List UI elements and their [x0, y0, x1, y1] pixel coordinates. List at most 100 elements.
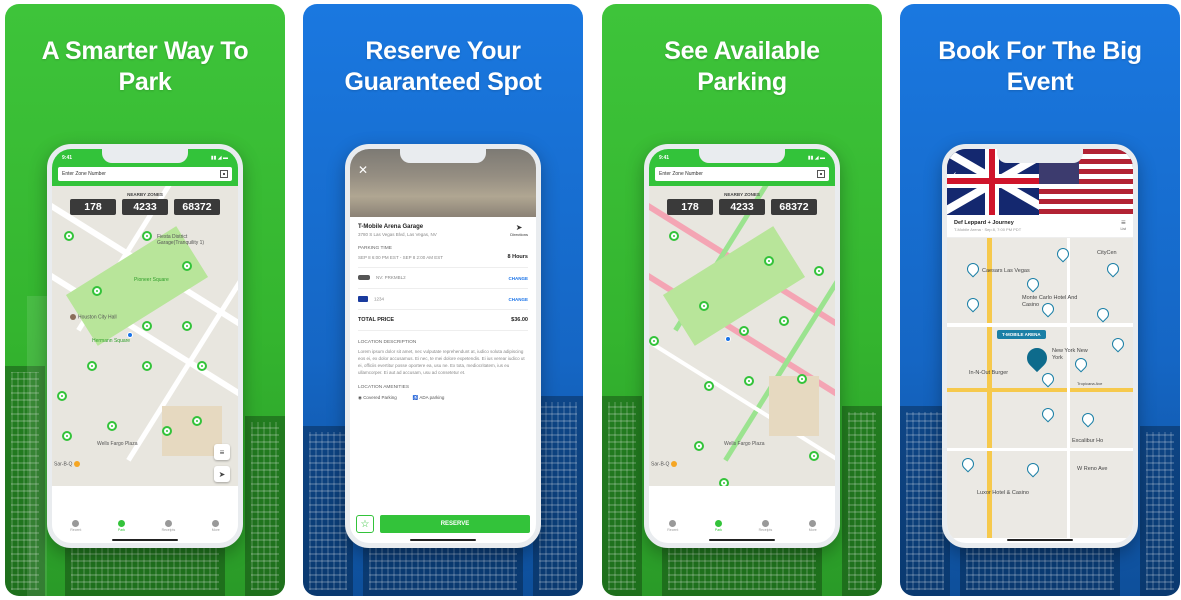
- parking-pin[interactable]: [142, 361, 152, 371]
- receipt-icon: [164, 520, 172, 527]
- parking-pin[interactable]: [1027, 463, 1037, 475]
- promo-panel-reserve: Reserve Your Guaranteed Spot ✕ T-Mobile …: [303, 4, 583, 596]
- parking-pin[interactable]: [1112, 338, 1122, 350]
- panel-headline: A Smarter Way To Park: [41, 37, 249, 96]
- parking-pin[interactable]: [142, 321, 152, 331]
- tab-receipts[interactable]: Receipts: [162, 520, 175, 532]
- reserve-button[interactable]: RESERVE: [380, 515, 530, 533]
- map-pin-icon: [117, 520, 125, 527]
- parking-pin[interactable]: [962, 458, 972, 470]
- parking-pin[interactable]: [1042, 373, 1052, 385]
- list-view-button[interactable]: ≡ List: [1121, 219, 1126, 233]
- parking-pin[interactable]: [1107, 263, 1117, 275]
- promo-panel-smarter-way: A Smarter Way To Park 9:41 ▮▮ ◢ ▬ Enter Z…: [5, 4, 285, 596]
- zone-chip[interactable]: 68372: [771, 199, 817, 215]
- promo-panel-available: See Available Parking 9:41 ▮▮ ◢ ▬ Enter Z…: [602, 4, 882, 596]
- parking-pin[interactable]: [814, 266, 824, 276]
- change-vehicle-link[interactable]: CHANGE: [508, 276, 528, 281]
- clock-icon: [669, 520, 677, 527]
- parking-pin[interactable]: [197, 361, 207, 371]
- parking-pin[interactable]: [1042, 408, 1052, 420]
- tab-park[interactable]: Park: [118, 520, 125, 532]
- parking-pin[interactable]: [967, 298, 977, 310]
- more-dots-icon: [809, 520, 817, 527]
- phone-mockup-event: ‹ Def Leppard + Journey T-Mobile Arena ·…: [942, 144, 1138, 548]
- parking-pin[interactable]: [744, 376, 754, 386]
- map-pin-icon: [714, 520, 722, 527]
- parking-pin[interactable]: [1057, 248, 1067, 260]
- parking-pin[interactable]: [649, 336, 659, 346]
- parking-pin[interactable]: [192, 416, 202, 426]
- directions-button[interactable]: ➤ Directions: [510, 223, 528, 237]
- panel-headline: Reserve Your Guaranteed Spot: [344, 37, 542, 96]
- zone-chip[interactable]: 178: [70, 199, 116, 215]
- city-hall-icon: [70, 314, 76, 320]
- parking-pin[interactable]: [699, 301, 709, 311]
- parking-pin[interactable]: [719, 478, 729, 486]
- zone-chip[interactable]: 4233: [719, 199, 765, 215]
- venue-label: T-MOBILE ARENA: [997, 330, 1046, 339]
- clock-icon: [72, 520, 80, 527]
- phone-mockup-map: 9:41 ▮▮ ◢ ▬ Enter Zone Number NEARBY ZONE…: [47, 144, 243, 548]
- layers-icon[interactable]: ≡: [214, 444, 230, 460]
- parking-pin[interactable]: [64, 231, 74, 241]
- parking-pin[interactable]: [182, 321, 192, 331]
- parking-pin[interactable]: [764, 256, 774, 266]
- zone-chip[interactable]: 178: [667, 199, 713, 215]
- parking-pin[interactable]: [739, 326, 749, 336]
- event-venue-pin[interactable]: [1027, 348, 1045, 370]
- zone-chip[interactable]: 4233: [122, 199, 168, 215]
- zone-search-input[interactable]: Enter Zone Number: [58, 167, 232, 181]
- receipt-icon: [761, 520, 769, 527]
- bottom-tab-bar: Recent Park Receipts More: [52, 515, 238, 537]
- event-title: Def Leppard + Journey: [954, 220, 1014, 226]
- tab-more[interactable]: More: [809, 520, 817, 532]
- change-payment-link[interactable]: CHANGE: [508, 297, 528, 302]
- parking-pin[interactable]: [142, 231, 152, 241]
- parking-pin[interactable]: [1027, 278, 1037, 290]
- qr-code-icon[interactable]: [220, 170, 228, 178]
- favorite-star-icon[interactable]: ☆: [356, 515, 374, 533]
- ada-parking-amenity: ♿ ADA parking: [412, 395, 445, 401]
- tab-park[interactable]: Park: [715, 520, 722, 532]
- tab-recent[interactable]: Recent: [667, 520, 678, 532]
- locate-arrow-icon[interactable]: ➤: [214, 466, 230, 482]
- parking-pin[interactable]: [182, 261, 192, 271]
- tab-more[interactable]: More: [212, 520, 220, 532]
- qr-code-icon[interactable]: [817, 170, 825, 178]
- parking-pin[interactable]: [1097, 308, 1107, 320]
- panel-headline: Book For The Big Event: [938, 37, 1142, 96]
- parking-pin[interactable]: [162, 426, 172, 436]
- navigation-arrow-icon: ➤: [515, 223, 523, 232]
- current-location-dot: [725, 336, 731, 342]
- parking-pin[interactable]: [1082, 413, 1092, 425]
- more-dots-icon: [212, 520, 220, 527]
- event-map[interactable]: T-MOBILE ARENA Caesars Las Vegas CityCen…: [947, 238, 1133, 538]
- close-icon[interactable]: ✕: [358, 163, 368, 177]
- phone-mockup-availability: 9:41 ▮▮ ◢ ▬ Enter Zone Number NEARBY ZONE…: [644, 144, 840, 548]
- parking-pin[interactable]: [967, 263, 977, 275]
- bottom-tab-bar: Recent Park Receipts More: [649, 515, 835, 537]
- tab-recent[interactable]: Recent: [70, 520, 81, 532]
- tab-receipts[interactable]: Receipts: [759, 520, 772, 532]
- parking-pin[interactable]: [92, 286, 102, 296]
- restaurant-icon: [670, 461, 677, 467]
- back-chevron-icon[interactable]: ‹: [953, 169, 956, 180]
- credit-card-icon: [358, 296, 368, 302]
- phone-mockup-reserve: ✕ T-Mobile Arena Garage 3780 S Las Vegas…: [345, 144, 541, 548]
- parking-map[interactable]: NEARBY ZONES 178 4233 68372 Fiesta Distr…: [52, 186, 238, 486]
- parking-pin[interactable]: [107, 421, 117, 431]
- parking-pin[interactable]: [704, 381, 714, 391]
- parking-pin[interactable]: [669, 231, 679, 241]
- zone-chip[interactable]: 68372: [174, 199, 220, 215]
- zone-search-input[interactable]: Enter Zone Number: [655, 167, 829, 181]
- parking-pin[interactable]: [797, 374, 807, 384]
- parking-pin[interactable]: [809, 451, 819, 461]
- parking-pin[interactable]: [87, 361, 97, 371]
- availability-map[interactable]: NEARBY ZONES 178 4233 68372 Wells Fargo …: [649, 186, 835, 486]
- parking-pin[interactable]: [57, 391, 67, 401]
- parking-pin[interactable]: [779, 316, 789, 326]
- parking-pin[interactable]: [62, 431, 72, 441]
- car-icon: [358, 275, 370, 281]
- parking-pin[interactable]: [694, 441, 704, 451]
